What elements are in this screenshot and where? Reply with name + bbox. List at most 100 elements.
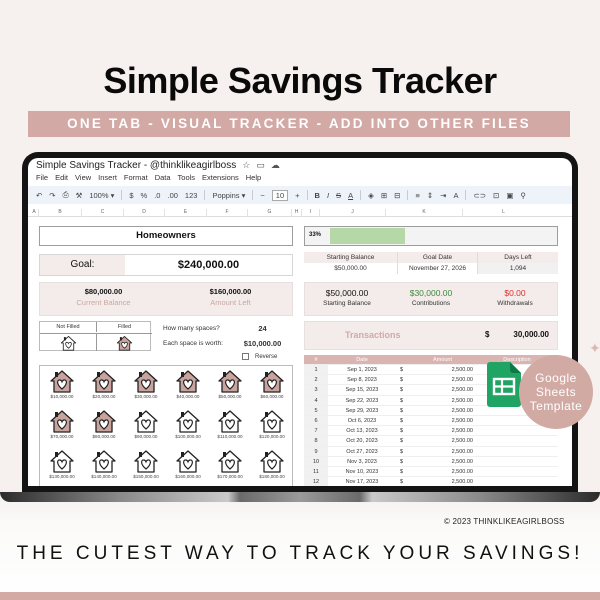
transaction-amount[interactable]: 2,500.00 — [412, 375, 476, 384]
transaction-amount[interactable]: 2,500.00 — [412, 385, 476, 394]
transaction-date[interactable]: Nov 10, 2023 — [328, 467, 396, 476]
starting-balance-input[interactable]: $50,000.00 — [304, 263, 398, 274]
transaction-row[interactable]: 10 Nov 3, 2023 $2,500.00 — [304, 456, 558, 467]
transaction-amount[interactable]: 2,500.00 — [412, 477, 476, 486]
transaction-row[interactable]: 9 Oct 27, 2023 $2,500.00 — [304, 446, 558, 457]
transaction-currency[interactable]: $ — [396, 467, 412, 476]
transaction-date[interactable]: Sep 22, 2023 — [328, 396, 396, 405]
transaction-amount[interactable]: 2,500.00 — [412, 365, 476, 374]
merge-cells-icon[interactable]: ⊟ — [394, 191, 400, 200]
filter-icon[interactable]: ⚲ — [520, 191, 526, 200]
undo-icon[interactable]: ↶ — [36, 191, 42, 200]
transaction-amount[interactable]: 2,500.00 — [412, 416, 476, 425]
menu-data[interactable]: Data — [155, 173, 171, 182]
transaction-row[interactable]: 8 Oct 20, 2023 $2,500.00 — [304, 436, 558, 447]
cloud-icon[interactable]: ☁ — [271, 160, 280, 171]
increase-decimal-button[interactable]: .00 — [167, 191, 177, 200]
font-size-increase-button[interactable]: + — [295, 191, 299, 200]
strikethrough-button[interactable]: S — [336, 191, 341, 200]
transaction-date[interactable]: Oct 27, 2023 — [328, 447, 396, 456]
transaction-amount[interactable]: 2,500.00 — [412, 447, 476, 456]
redo-icon[interactable]: ↷ — [49, 191, 55, 200]
transaction-amount[interactable]: 2,500.00 — [412, 467, 476, 476]
font-size-input[interactable]: 10 — [271, 189, 289, 201]
transaction-row[interactable]: 6 Oct 6, 2023 $2,500.00 — [304, 415, 558, 427]
column-header[interactable]: L — [462, 209, 544, 217]
transaction-date[interactable]: Nov 17, 2023 — [328, 477, 396, 486]
transaction-currency[interactable]: $ — [396, 385, 412, 394]
transaction-currency[interactable]: $ — [396, 477, 412, 486]
reverse-toggle[interactable]: Reverse — [242, 353, 277, 360]
font-size-decrease-button[interactable]: − — [260, 191, 264, 200]
currency-button[interactable]: $ — [129, 191, 133, 200]
doc-title[interactable]: Simple Savings Tracker - @thinklikeagirl… — [36, 160, 236, 171]
menu-insert[interactable]: Insert — [98, 173, 117, 182]
vertical-align-icon[interactable]: ⇕ — [427, 191, 433, 200]
text-rotation-icon[interactable]: A — [453, 191, 458, 200]
transaction-description[interactable] — [476, 477, 558, 486]
insert-chart-icon[interactable]: ▣ — [506, 191, 513, 200]
transaction-row[interactable]: 12 Nov 17, 2023 $2,500.00 — [304, 477, 558, 486]
column-header[interactable]: A — [30, 209, 38, 217]
transaction-description[interactable] — [476, 467, 558, 476]
text-color-button[interactable]: A — [348, 191, 353, 200]
category-title[interactable]: Homeowners — [39, 226, 293, 246]
transaction-currency[interactable]: $ — [396, 406, 412, 415]
menu-file[interactable]: File — [36, 173, 48, 182]
insert-comment-icon[interactable]: ⊡ — [493, 191, 499, 200]
transaction-currency[interactable]: $ — [396, 436, 412, 445]
paint-format-icon[interactable]: ⚒ — [76, 191, 83, 200]
menu-edit[interactable]: Edit — [55, 173, 68, 182]
menu-extensions[interactable]: Extensions — [202, 173, 239, 182]
goal-date-input[interactable]: November 27, 2026 — [398, 263, 478, 274]
menu-tools[interactable]: Tools — [178, 173, 196, 182]
column-header[interactable]: F — [206, 209, 247, 217]
column-header[interactable]: D — [123, 209, 164, 217]
transaction-date[interactable]: Oct 13, 2023 — [328, 426, 396, 435]
transaction-currency[interactable]: $ — [396, 416, 412, 425]
transaction-date[interactable]: Nov 3, 2023 — [328, 457, 396, 466]
transaction-description[interactable] — [476, 436, 558, 445]
transaction-amount[interactable]: 2,500.00 — [412, 436, 476, 445]
folder-icon[interactable]: ▭ — [256, 160, 265, 171]
transaction-description[interactable] — [476, 447, 558, 456]
transaction-date[interactable]: Oct 6, 2023 — [328, 416, 396, 425]
borders-icon[interactable]: ⊞ — [381, 191, 387, 200]
transaction-description[interactable] — [476, 457, 558, 466]
column-header[interactable]: E — [164, 209, 206, 217]
font-select[interactable]: Poppins ▾ — [212, 191, 245, 200]
transaction-currency[interactable]: $ — [396, 447, 412, 456]
column-header[interactable]: I — [301, 209, 319, 217]
zoom-select[interactable]: 100% ▾ — [89, 191, 114, 200]
transaction-amount[interactable]: 2,500.00 — [412, 426, 476, 435]
goal-value[interactable]: $240,000.00 — [125, 255, 292, 275]
column-header[interactable]: H — [291, 209, 301, 217]
transaction-currency[interactable]: $ — [396, 426, 412, 435]
more-formats-button[interactable]: 123 — [185, 191, 198, 200]
transaction-row[interactable]: 11 Nov 10, 2023 $2,500.00 — [304, 466, 558, 478]
column-header[interactable]: J — [319, 209, 385, 217]
print-icon[interactable]: ⎙ — [63, 190, 69, 200]
transaction-amount[interactable]: 2,500.00 — [412, 396, 476, 405]
transaction-date[interactable]: Oct 20, 2023 — [328, 436, 396, 445]
transaction-currency[interactable]: $ — [396, 365, 412, 374]
italic-button[interactable]: I — [327, 191, 329, 200]
transaction-date[interactable]: Sep 8, 2023 — [328, 375, 396, 384]
menu-format[interactable]: Format — [124, 173, 148, 182]
transaction-amount[interactable]: 2,500.00 — [412, 406, 476, 415]
column-header[interactable]: C — [81, 209, 123, 217]
percent-button[interactable]: % — [141, 191, 148, 200]
fill-color-icon[interactable]: ◈ — [368, 191, 374, 200]
reverse-checkbox[interactable] — [242, 353, 249, 360]
transaction-date[interactable]: Sep 15, 2023 — [328, 385, 396, 394]
horizontal-align-icon[interactable]: ≡ — [415, 191, 419, 200]
transaction-currency[interactable]: $ — [396, 457, 412, 466]
transaction-date[interactable]: Sep 29, 2023 — [328, 406, 396, 415]
column-header[interactable]: K — [385, 209, 462, 217]
spaces-count-input[interactable]: 24 — [232, 321, 293, 336]
bold-button[interactable]: B — [315, 191, 320, 200]
transaction-currency[interactable]: $ — [396, 375, 412, 384]
decrease-decimal-button[interactable]: .0 — [154, 191, 160, 200]
menu-view[interactable]: View — [75, 173, 91, 182]
column-header[interactable]: B — [38, 209, 81, 217]
